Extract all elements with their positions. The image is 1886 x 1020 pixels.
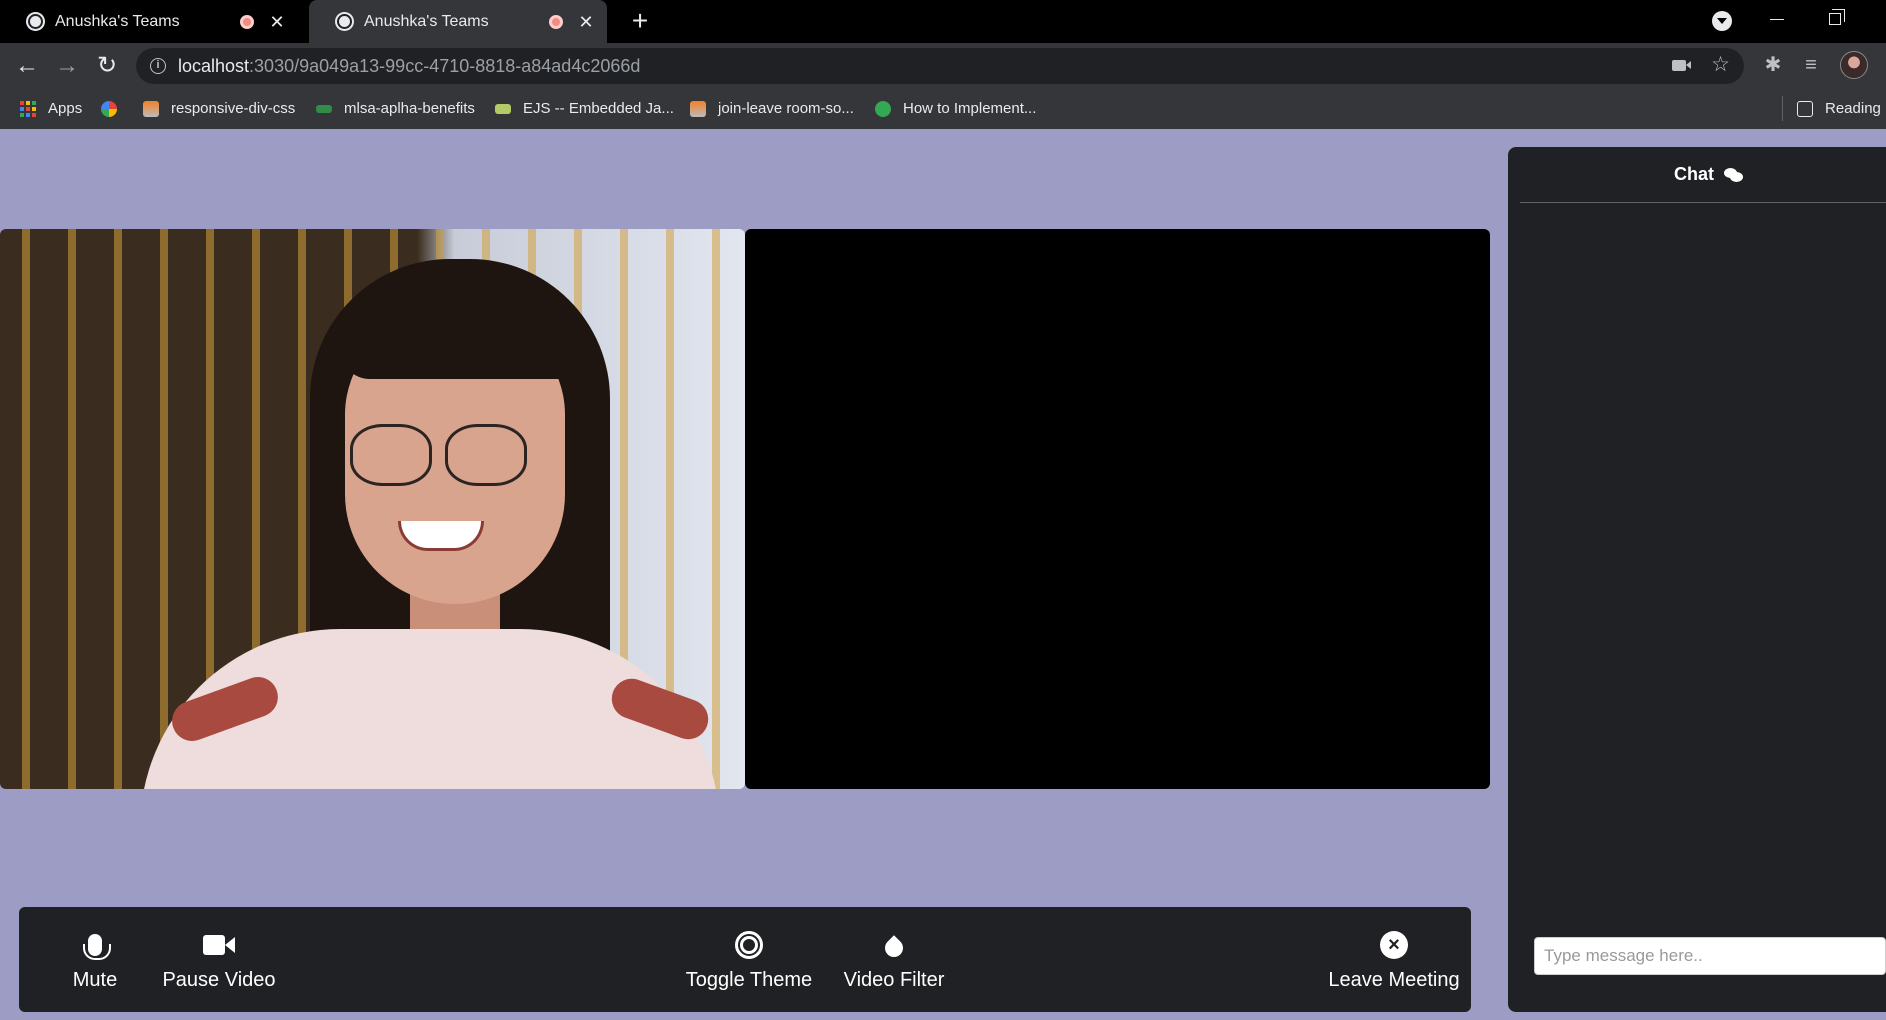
chat-message-input[interactable] <box>1534 937 1886 975</box>
bookmark-pinwheel[interactable] <box>101 88 129 129</box>
gfg-icon <box>316 104 332 113</box>
reading-list-button[interactable]: Reading l <box>1797 88 1886 129</box>
bookmark-how-to-implement[interactable]: How to Implement... <box>875 88 1036 129</box>
minimize-window-icon[interactable] <box>1770 19 1784 20</box>
chat-panel: Chat <box>1508 147 1886 1012</box>
media-queue-icon[interactable]: ≡ <box>1798 53 1824 77</box>
local-video-feed <box>0 229 745 789</box>
ejs-icon <box>495 103 511 114</box>
microphone-icon <box>83 934 111 960</box>
bookmark-star-icon[interactable]: ☆ <box>1711 53 1730 77</box>
bookmark-apps[interactable]: Apps <box>20 88 82 129</box>
bookmarks-bar: Apps responsive-div-css mlsa-aplha-benef… <box>0 88 1886 129</box>
bookmark-label: How to Implement... <box>903 100 1037 117</box>
tab-title: Anushka's Teams <box>364 12 489 30</box>
bookmark-label: join-leave room-so... <box>718 100 854 117</box>
globe-icon <box>26 12 45 31</box>
bookmark-label: Reading l <box>1825 100 1886 117</box>
remote-video-feed <box>745 229 1490 789</box>
video-filter-label: Video Filter <box>843 969 945 991</box>
toggle-theme-button[interactable]: Toggle Theme <box>659 907 839 1012</box>
stackoverflow-icon <box>143 100 159 117</box>
bookmark-label: Apps <box>48 100 83 117</box>
video-filter-button[interactable]: Video Filter <box>819 907 969 1012</box>
toggle-theme-label: Toggle Theme <box>685 969 813 991</box>
recording-indicator-icon <box>240 14 254 29</box>
meeting-controls-bar: Mute Pause Video Toggle Theme Video Filt… <box>19 907 1471 1012</box>
apps-grid-icon <box>20 100 36 117</box>
back-arrow-icon[interactable]: ← <box>12 51 42 81</box>
comments-icon <box>1724 167 1744 182</box>
browser-tab-1[interactable]: Anushka's Teams ✕ <box>0 0 298 43</box>
target-icon <box>735 931 763 959</box>
extensions-puzzle-icon[interactable]: ✱ <box>1760 53 1786 77</box>
bookmark-mlsa-aplha-benefits[interactable]: mlsa-aplha-benefits <box>316 88 475 129</box>
close-tab-icon[interactable]: ✕ <box>268 13 286 31</box>
url-path: :3030/9a049a13-99cc-4710-8818-a84ad4c206… <box>249 55 641 76</box>
bookmarks-divider <box>1782 96 1783 121</box>
droplet-icon <box>881 935 907 961</box>
reading-list-icon <box>1797 100 1813 117</box>
stackoverflow-icon <box>690 100 706 117</box>
profile-avatar[interactable] <box>1840 51 1868 79</box>
restore-window-icon[interactable] <box>1829 9 1845 25</box>
meeting-app: Mute Pause Video Toggle Theme Video Filt… <box>0 129 1886 1020</box>
tab-title: Anushka's Teams <box>55 12 180 30</box>
url-host: localhost <box>178 55 250 76</box>
reload-icon[interactable]: ↻ <box>92 51 122 81</box>
bookmark-label: responsive-div-css <box>171 100 296 117</box>
video-camera-icon <box>203 935 235 955</box>
bookmark-responsive-div-css[interactable]: responsive-div-css <box>143 88 295 129</box>
bookmark-ejs[interactable]: EJS -- Embedded Ja... <box>495 88 674 129</box>
leave-meeting-button[interactable]: × Leave Meeting <box>1319 907 1469 1012</box>
mute-label: Mute <box>72 969 118 991</box>
tab-search-icon[interactable] <box>1712 11 1732 31</box>
mute-button[interactable]: Mute <box>45 907 145 1012</box>
forward-arrow-icon[interactable]: → <box>52 51 82 81</box>
close-tab-icon[interactable]: ✕ <box>577 13 595 31</box>
browser-tab-2[interactable]: Anushka's Teams ✕ <box>309 0 607 43</box>
browser-tab-bar: Anushka's Teams ✕ Anushka's Teams ✕ + <box>0 0 1886 43</box>
camera-in-use-icon[interactable] <box>1672 60 1691 71</box>
chat-title: Chat <box>1674 164 1714 184</box>
glasses-lens <box>445 424 527 486</box>
site-info-icon[interactable]: i <box>150 58 166 74</box>
pause-video-button[interactable]: Pause Video <box>139 907 299 1012</box>
address-bar[interactable]: i localhost :3030/9a049a13-99cc-4710-881… <box>136 48 1744 84</box>
pinwheel-icon <box>101 100 117 117</box>
browser-toolbar: ← → ↻ i localhost :3030/9a049a13-99cc-47… <box>0 43 1886 88</box>
pause-video-label: Pause Video <box>162 969 276 991</box>
chat-header: Chat <box>1520 147 1886 203</box>
bookmark-join-leave-room[interactable]: join-leave room-so... <box>690 88 854 129</box>
participant-bangs <box>340 289 580 379</box>
globe-icon <box>335 12 354 31</box>
video-grid <box>0 229 1490 789</box>
close-circle-icon: × <box>1380 931 1408 959</box>
bookmark-label: mlsa-aplha-benefits <box>344 100 475 117</box>
new-tab-button[interactable]: + <box>626 7 654 36</box>
leave-meeting-label: Leave Meeting <box>1328 969 1460 991</box>
bookmark-label: EJS -- Embedded Ja... <box>523 100 674 117</box>
glasses-lens <box>350 424 432 486</box>
recording-indicator-icon <box>549 14 563 29</box>
green-globe-icon <box>875 100 891 117</box>
